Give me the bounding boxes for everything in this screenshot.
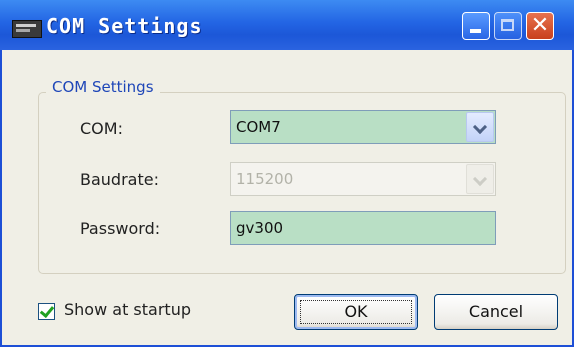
com-value: COM7 (236, 118, 281, 136)
title-bar[interactable]: COM Settings ✕ (0, 0, 574, 50)
group-title: COM Settings (46, 78, 160, 96)
close-button[interactable]: ✕ (526, 12, 554, 40)
com-settings-window: COM Settings ✕ COM Settings COM: COM7 Ba… (0, 0, 574, 347)
checkmark-icon (39, 302, 55, 319)
com-dropdown-button[interactable] (466, 112, 494, 142)
baudrate-value: 115200 (236, 170, 294, 188)
window-title: COM Settings (46, 14, 203, 38)
ok-button[interactable]: OK (294, 294, 418, 330)
show-at-startup-checkbox[interactable] (38, 302, 55, 320)
close-icon: ✕ (530, 13, 550, 38)
com-select[interactable]: COM7 (230, 110, 496, 144)
password-field[interactable]: gv300 (230, 211, 496, 245)
baudrate-label: Baudrate: (80, 170, 159, 189)
password-label: Password: (80, 219, 161, 238)
chevron-down-icon (472, 119, 488, 135)
baudrate-select: 115200 (230, 162, 496, 196)
focus-rect (300, 300, 412, 324)
maximize-button[interactable] (494, 12, 522, 40)
cancel-button[interactable]: Cancel (434, 294, 558, 330)
com-label: COM: (80, 119, 123, 138)
show-at-startup-label[interactable]: Show at startup (64, 300, 191, 319)
minimize-button[interactable] (462, 12, 490, 40)
chevron-down-icon (472, 171, 488, 187)
cancel-label: Cancel (468, 302, 524, 321)
password-value: gv300 (236, 219, 284, 237)
baudrate-dropdown-button (466, 164, 494, 194)
serial-port-icon (12, 20, 42, 38)
